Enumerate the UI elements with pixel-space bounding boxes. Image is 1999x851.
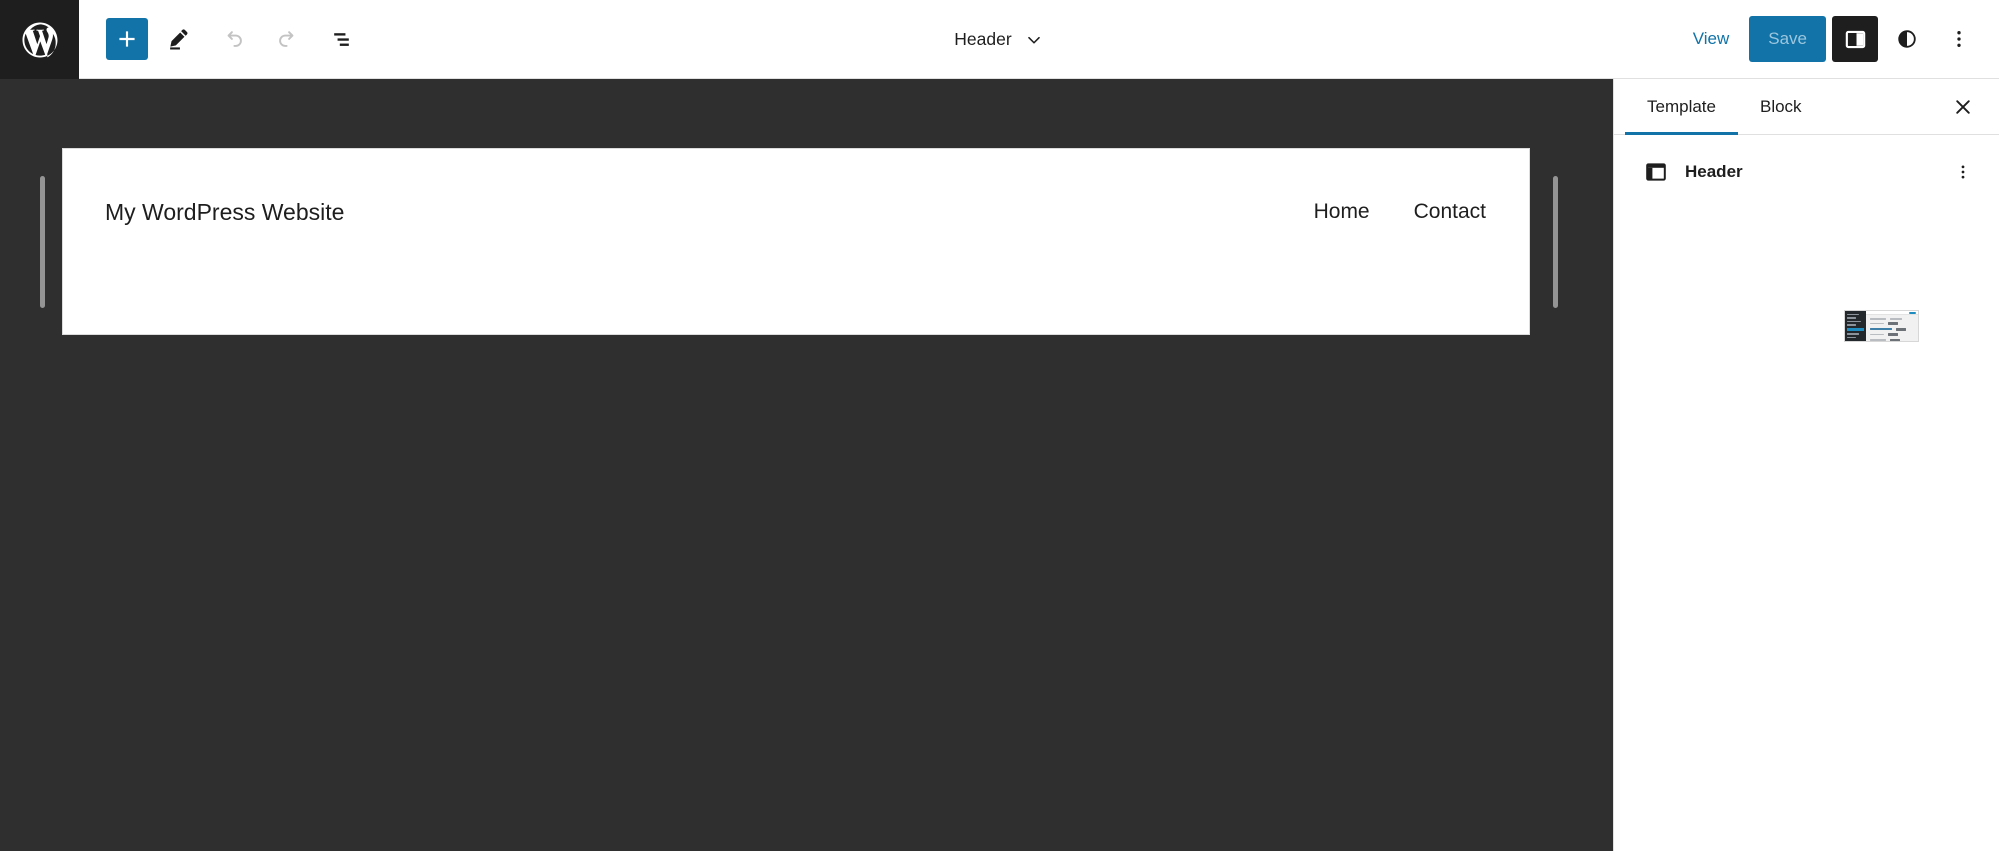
sidebar-content: Header xyxy=(1614,135,1999,851)
thumbnail-admin-sidebar xyxy=(1845,311,1866,341)
canvas-resize-handle-left[interactable] xyxy=(40,176,45,308)
styles-button[interactable] xyxy=(1884,16,1930,62)
settings-sidebar: Template Block Header xyxy=(1613,79,1999,851)
sidebar-tab-list: Template Block xyxy=(1614,79,1999,135)
contrast-half-circle-icon xyxy=(1898,30,1916,48)
editor-canvas-region: My WordPress Website Home Contact xyxy=(0,79,1613,851)
site-preview-thumbnail xyxy=(1844,310,1919,342)
nav-link-home[interactable]: Home xyxy=(1314,201,1370,222)
settings-sidebar-toggle-button[interactable] xyxy=(1832,16,1878,62)
list-view-button[interactable] xyxy=(318,16,364,62)
template-part-icon xyxy=(1644,160,1668,184)
tab-block[interactable]: Block xyxy=(1738,79,1824,134)
three-dots-vertical-icon xyxy=(1961,165,1965,179)
tools-edit-button[interactable] xyxy=(156,16,202,62)
template-preview-frame[interactable]: My WordPress Website Home Contact xyxy=(62,148,1530,335)
settings-sidebar-icon xyxy=(1845,30,1865,48)
tab-template[interactable]: Template xyxy=(1625,79,1738,135)
editor-top-bar: wordpress-logo-icon xyxy=(0,0,1999,79)
redo-arrow-icon xyxy=(278,30,293,47)
template-part-card[interactable]: Header xyxy=(1614,135,1999,209)
wordpress-logo-button[interactable]: wordpress-logo-icon xyxy=(0,0,79,79)
thumbnail-admin-main xyxy=(1866,311,1918,341)
header-template-part-block[interactable]: My WordPress Website Home Contact xyxy=(63,149,1529,334)
site-title-block[interactable]: My WordPress Website xyxy=(105,201,344,224)
three-dots-vertical-icon xyxy=(1957,31,1961,47)
top-bar-right-actions: View Save xyxy=(1679,0,1999,78)
canvas-resize-handle-right[interactable] xyxy=(1553,176,1558,308)
view-site-button[interactable]: View xyxy=(1679,19,1744,59)
template-part-more-button[interactable] xyxy=(1945,154,1981,190)
close-x-icon xyxy=(1956,99,1970,114)
editor-body: My WordPress Website Home Contact Templa… xyxy=(0,79,1999,851)
pencil-edit-icon xyxy=(170,29,188,50)
plus-icon xyxy=(119,31,135,47)
wordpress-logo-icon xyxy=(22,22,57,57)
undo-button[interactable] xyxy=(210,16,256,62)
close-sidebar-button[interactable] xyxy=(1941,85,1985,129)
document-title-label: Header xyxy=(954,28,1012,49)
save-button[interactable]: Save xyxy=(1749,16,1826,62)
chevron-down-icon xyxy=(1027,36,1040,44)
add-block-button[interactable] xyxy=(106,18,148,60)
document-title-dropdown-button[interactable]: Header xyxy=(944,21,1054,59)
undo-arrow-icon xyxy=(227,30,242,47)
more-options-button[interactable] xyxy=(1936,16,1982,62)
nav-link-contact[interactable]: Contact xyxy=(1414,201,1486,222)
template-part-card-label: Header xyxy=(1685,162,1743,181)
redo-button[interactable] xyxy=(264,16,310,62)
editor-root: wordpress-logo-icon xyxy=(0,0,1999,851)
site-navigation-block[interactable]: Home Contact xyxy=(1314,201,1486,222)
top-bar-left-tools xyxy=(79,0,364,78)
list-view-icon xyxy=(333,32,349,46)
